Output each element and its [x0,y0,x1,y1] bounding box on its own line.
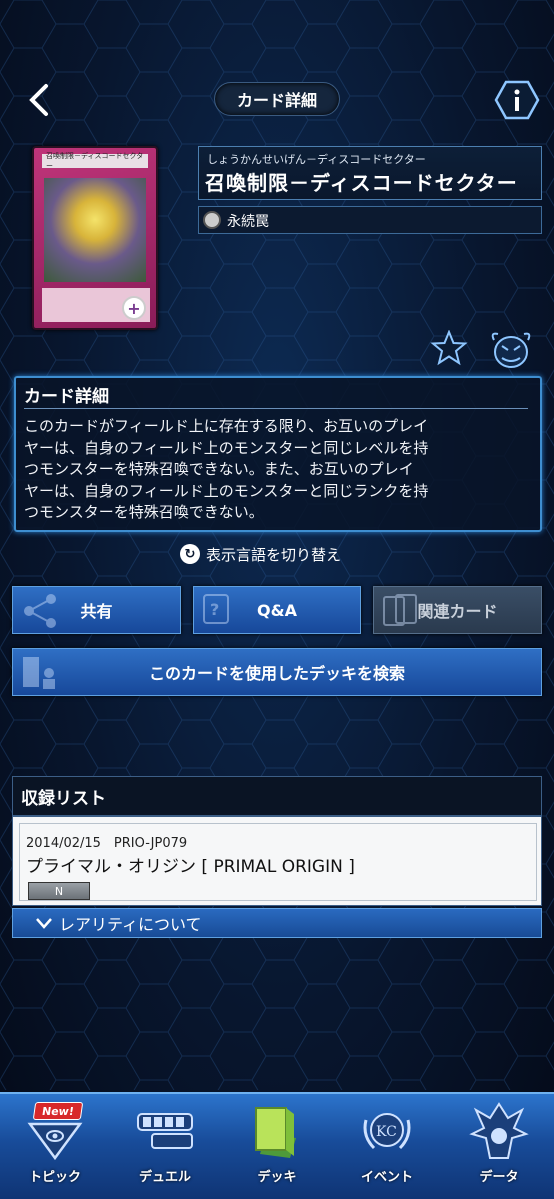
search-decks-label: このカードを使用したデッキを検索 [148,664,405,683]
rarity-badge: N [28,882,90,900]
nav-item-deck[interactable]: デッキ [222,1094,332,1199]
share-icon [24,594,56,628]
rarity-info-label: レアリティについて [59,915,202,934]
svg-text:KC: KC [376,1124,397,1140]
card-type: 永続罠 [227,214,269,230]
language-switch-button[interactable]: ↻ 表示言語を切り替え [180,542,341,566]
qa-button[interactable]: ? Q&A [193,586,361,634]
description-title: カード詳細 [24,387,109,407]
new-badge: New! [32,1102,84,1120]
back-button[interactable] [22,80,58,120]
search-decks-button[interactable]: このカードを使用したデッキを検索 [12,648,542,696]
card-name-box: しょうかんせいげん－ディスコードセクター 召喚制限－ディスコードセクター [198,146,542,200]
chevron-down-icon [36,918,52,929]
related-cards-button[interactable]: 関連カード [373,586,542,634]
page-title: カード詳細 [214,82,340,116]
divider [24,408,528,409]
continuous-icon [203,211,221,229]
nav-item-topic[interactable]: New! トピック [0,1094,110,1199]
related-cards-label: 関連カード [417,602,498,621]
refresh-icon: ↻ [180,544,200,564]
nav-label-duel: デュエル [138,1170,191,1185]
nav-item-event[interactable]: KC イベント [332,1094,442,1199]
card-type-box: 永続罠 [198,206,542,234]
character-icon [469,1102,529,1159]
svg-text:?: ? [210,600,219,619]
nav-label-data: データ [479,1170,519,1185]
description-line: つモンスターを特殊召喚できない。 [24,503,264,521]
release-list-title: 収録リスト [12,776,542,816]
nav-label-topic: トピック [28,1170,81,1185]
description-line: ヤーは、自身のフィールド上のモンスターと同じレベルを持 [24,438,429,457]
bottom-navigation: New! トピック デュエル デッキ KC イベント データ [0,1092,554,1199]
card-image-name: 召喚制限－ディスコードセクター [42,152,148,170]
list-item[interactable]: 2014/02/15 PRIO-JP079 プライマル・オリジン [ PRIMA… [19,823,537,901]
zoom-icon[interactable]: + [122,296,146,320]
description-line: このカードがフィールド上に存在する限り、お互いのプレイ [24,417,429,435]
card-artwork [44,178,146,282]
deck-search-icon [23,657,55,689]
card-description-box: カード詳細 このカードがフィールド上に存在する限り、お互いのプレイ ヤーは、自身… [14,376,542,532]
qa-icon: ? [203,594,229,624]
add-to-deck-button[interactable] [488,326,534,370]
description-line: ヤーは、自身のフィールド上のモンスターと同じランクを持 [24,481,429,500]
duel-disk-icon [137,1113,193,1149]
release-date-code: 2014/02/15 PRIO-JP079 [26,836,188,851]
info-button[interactable] [494,80,540,120]
release-set-name: プライマル・オリジン [ PRIMAL ORIGIN ] [26,857,355,877]
description-line: つモンスターを特殊召喚できない。また、お互いのプレイ [24,460,414,478]
nav-label-event: イベント [360,1170,413,1185]
card-image[interactable]: 召喚制限－ディスコードセクター + [32,146,158,330]
description-text: このカードがフィールド上に存在する限り、お互いのプレイ ヤーは、自身のフィールド… [24,416,536,524]
star-icon [430,329,468,366]
deck-icon [255,1107,296,1158]
release-list: 2014/02/15 PRIO-JP079 プライマル・オリジン [ PRIMA… [12,816,542,906]
info-icon [494,80,540,120]
event-laurel-icon: KC [363,1113,411,1150]
millennium-pot-icon [491,332,531,368]
nav-label-deck: デッキ [257,1170,297,1185]
share-label: 共有 [80,602,113,621]
nav-item-data[interactable]: データ [444,1094,554,1199]
rarity-info-toggle[interactable]: レアリティについて [12,908,542,938]
nav-item-duel[interactable]: デュエル [110,1094,220,1199]
card-name: 召喚制限－ディスコードセクター [205,171,518,195]
language-switch-label: 表示言語を切り替え [206,545,342,564]
qa-label: Q&A [257,600,297,620]
share-button[interactable]: 共有 [12,586,181,634]
related-cards-icon [383,594,417,626]
favorite-button[interactable] [430,329,468,366]
chevron-left-icon [29,84,48,116]
card-reading: しょうかんせいげん－ディスコードセクター [207,153,426,166]
